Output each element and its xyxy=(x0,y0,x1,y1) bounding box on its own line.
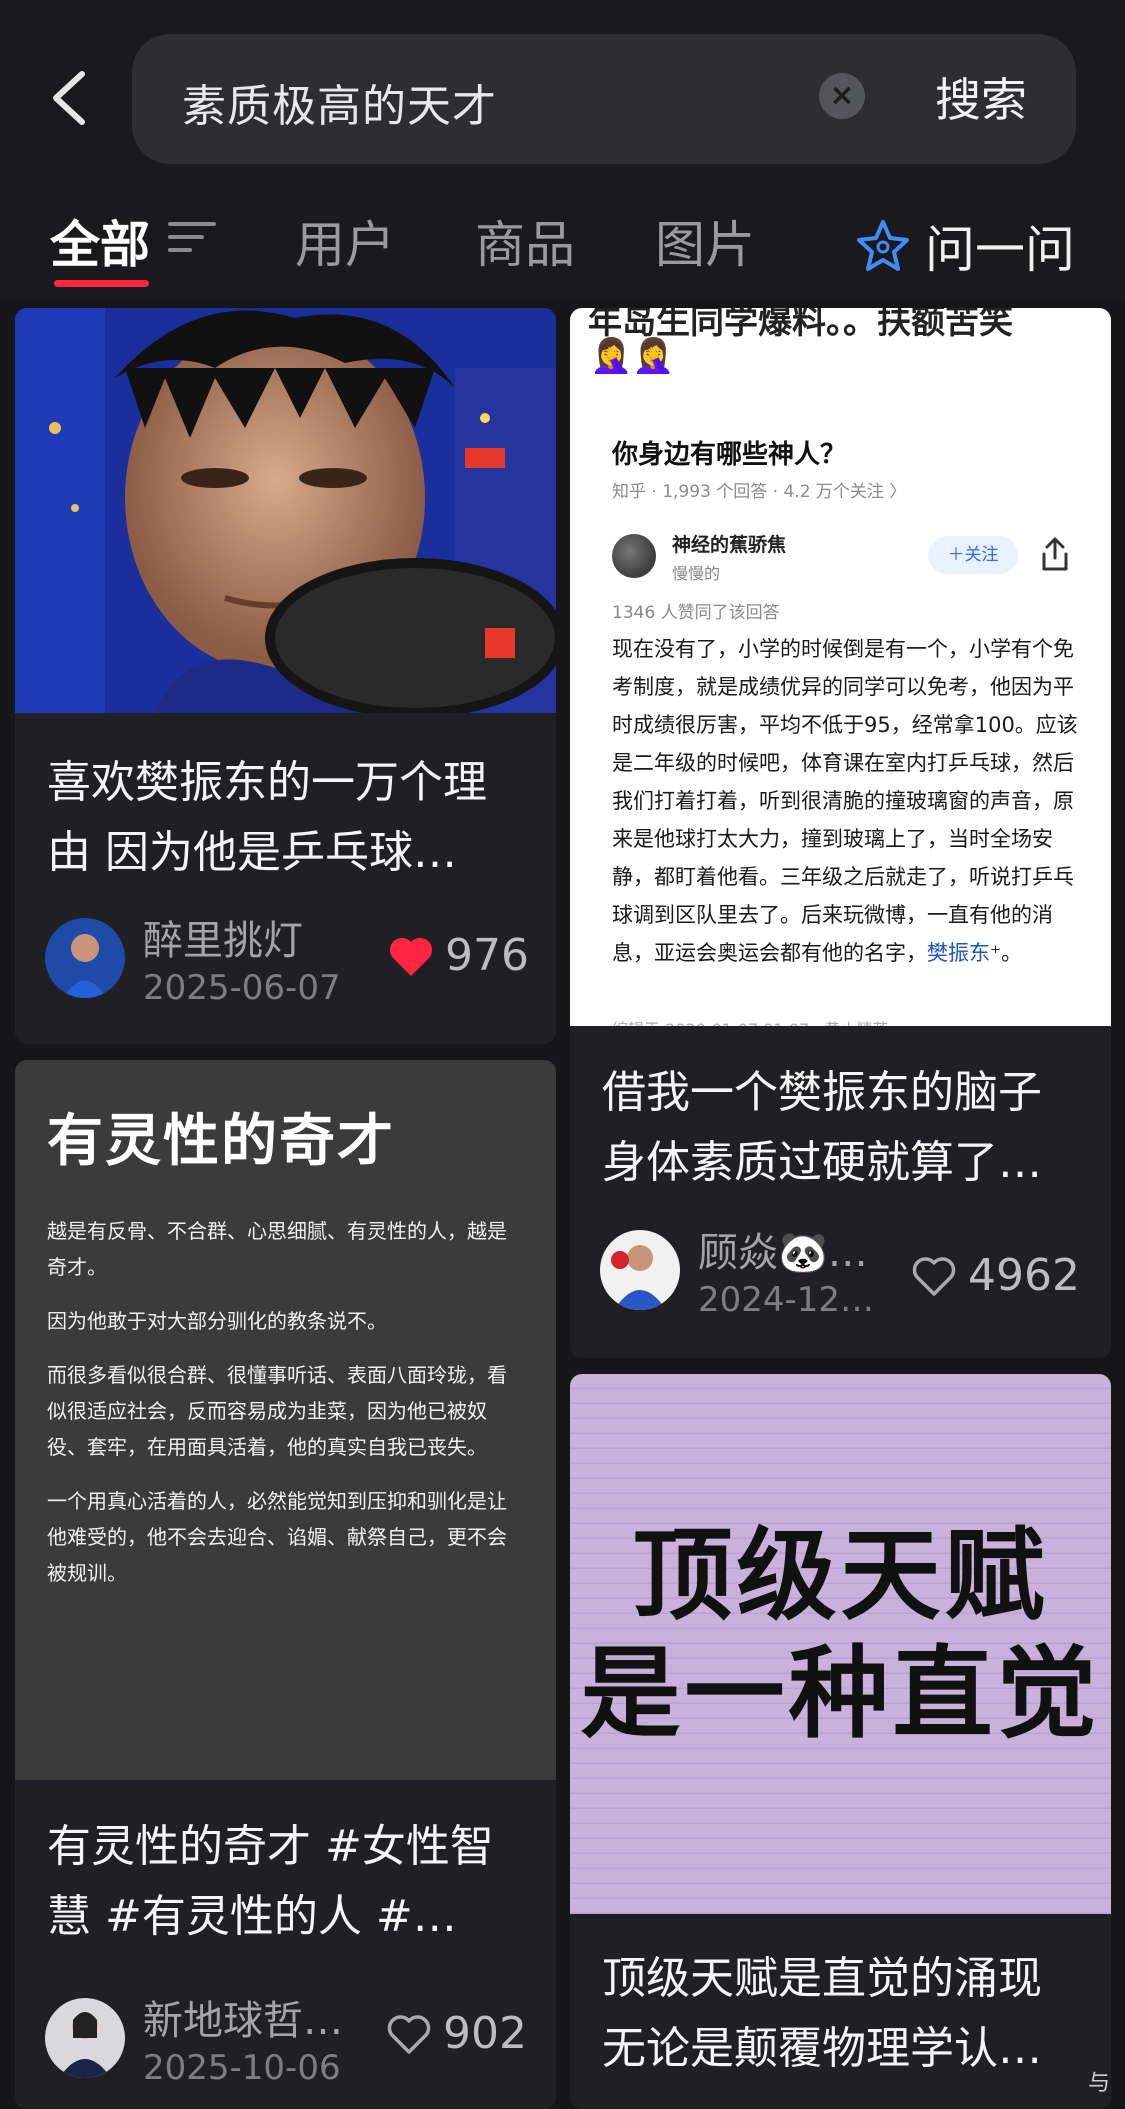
avatar xyxy=(45,1998,125,2078)
quote-heading: 有灵性的奇才 xyxy=(47,1109,395,1174)
author-name: 新地球哲… xyxy=(143,1998,343,2044)
ask-label: 问一问 xyxy=(925,221,1075,279)
card-1-title-line1: 喜欢樊振东的一万个理 xyxy=(47,757,487,808)
tab-images[interactable]: 图片 xyxy=(655,205,755,277)
screenshot-edited: 编辑于 2020-01-07 01:07 · 黄小精英 xyxy=(612,1016,889,1026)
screenshot-body-link: 樊振东 xyxy=(927,941,990,965)
card-3-title-line2: 慧 #有灵性的人 #… xyxy=(47,1891,457,1942)
card-2-title: 借我一个樊振东的脑子 身体素质过硬就算了… xyxy=(602,1058,1042,1198)
filter-icon[interactable] xyxy=(168,222,216,262)
card-4-cover-image: 顶级天赋 是一种直觉 xyxy=(570,1374,1111,1914)
note-card-4[interactable]: 顶级天赋 是一种直觉 顶级天赋是直觉的涌现 无论是颠覆物理学认… xyxy=(570,1374,1111,2109)
screenshot-meta: 知乎 · 1,993 个回答 · 4.2 万个关注 〉 xyxy=(612,482,907,502)
screenshot-votes: 1346 人赞同了该回答 xyxy=(612,603,780,623)
card-3-cover-image: 有灵性的奇才 越是有反骨、不合群、心思细腻、有灵性的人，越是奇才。 因为他敢于对… xyxy=(15,1060,556,1780)
heart-filled-icon xyxy=(389,937,433,976)
like-count: 902 xyxy=(443,2008,527,2059)
card-1-title-line2: 由 因为他是乒乓球… xyxy=(47,827,457,878)
card-4-title-line2: 无论是颠覆物理学认… xyxy=(602,2023,1042,2074)
ask-button[interactable]: 问一问 xyxy=(855,210,1075,282)
post-date: 2025-06-07 xyxy=(143,968,341,1008)
card-4-title: 顶级天赋是直觉的涌现 无论是颠覆物理学认… xyxy=(602,1944,1042,2084)
card-2-cover-image: 年岛生同学爆料。。扶额苦笑 🤦‍♀️🤦‍♀️ 你身边有哪些神人？ 知乎 · 1,… xyxy=(570,308,1111,1026)
note-card-3[interactable]: 有灵性的奇才 越是有反骨、不合群、心思细腻、有灵性的人，越是奇才。 因为他敢于对… xyxy=(15,1060,556,2109)
tab-all[interactable]: 全部 xyxy=(50,205,150,277)
quote-paragraph: 而很多看似很合群、很懂事听话、表面八面玲珑，看似很适应社会，反而容易成为韭菜，因… xyxy=(47,1363,507,1459)
card-1-title: 喜欢樊振东的一万个理 由 因为他是乒乓球… xyxy=(47,748,487,888)
card-3-title: 有灵性的奇才 #女性智 慧 #有灵性的人 #… xyxy=(47,1812,494,1952)
screenshot-body-end: ⁺。 xyxy=(990,941,1023,965)
post-date: 2024-12… xyxy=(698,1280,875,1320)
corner-mark: 与 xyxy=(1088,2071,1111,2096)
avatar xyxy=(45,918,125,998)
note-card-2[interactable]: 年岛生同学爆料。。扶额苦笑 🤦‍♀️🤦‍♀️ 你身边有哪些神人？ 知乎 · 1,… xyxy=(570,308,1111,1358)
quote-paragraph: 因为他敢于对大部分驯化的教条说不。 xyxy=(47,1309,387,1333)
clear-icon[interactable]: × xyxy=(819,73,865,119)
card-2-author[interactable]: 顾焱🐼… 2024-12… xyxy=(600,1220,874,1320)
card-1-author[interactable]: 醉里挑灯 2025-06-07 xyxy=(45,908,341,1008)
like-count: 976 xyxy=(445,930,529,981)
back-arrow-icon[interactable] xyxy=(48,70,92,126)
sparkle-star-icon xyxy=(857,220,909,271)
active-tab-indicator xyxy=(54,280,149,287)
screenshot-avatar xyxy=(612,534,656,578)
screenshot-body-text: 现在没有了，小学的时候倒是有一个，小学有个免考制度，就是成绩优异的同学可以免考，… xyxy=(612,637,1078,965)
heart-outline-icon xyxy=(912,1256,956,1296)
post-date: 2025-10-06 xyxy=(143,2048,341,2088)
facepalm-emoji-icon: 🤦‍♀️🤦‍♀️ xyxy=(590,336,675,376)
search-input[interactable]: 素质极高的天才 xyxy=(182,70,497,134)
card-1-cover-image xyxy=(15,308,556,713)
screenshot-body: 现在没有了，小学的时候倒是有一个，小学有个免考制度，就是成绩优异的同学可以免考，… xyxy=(612,630,1082,972)
author-name: 醉里挑灯 xyxy=(143,918,303,964)
card-3-likes[interactable]: 902 xyxy=(385,2008,527,2059)
tab-products[interactable]: 商品 xyxy=(475,205,575,277)
like-count: 4962 xyxy=(968,1250,1080,1301)
screenshot-follow-button: ＋关注 xyxy=(928,536,1018,574)
avatar xyxy=(600,1230,680,1310)
heart-outline-icon xyxy=(387,2014,431,2054)
card-2-likes[interactable]: 4962 xyxy=(910,1250,1080,1301)
screenshot-author: 神经的蕉骄焦 xyxy=(672,534,787,556)
card-1-likes[interactable]: 976 xyxy=(387,930,529,981)
card-3-title-line1: 有灵性的奇才 #女性智 xyxy=(47,1821,494,1872)
screenshot-question: 你身边有哪些神人？ xyxy=(612,440,847,470)
card-3-author[interactable]: 新地球哲… 2025-10-06 xyxy=(45,1988,343,2088)
search-bar[interactable]: 素质极高的天才 × 搜索 xyxy=(132,34,1076,164)
quote-paragraph: 越是有反骨、不合群、心思细腻、有灵性的人，越是奇才。 xyxy=(47,1219,507,1279)
search-button[interactable]: 搜索 xyxy=(935,64,1027,130)
quote-paragraph: 一个用真心活着的人，必然能觉知到压抑和驯化是让他难受的，他不会去迎合、谄媚、献祭… xyxy=(47,1489,507,1585)
note-card-1[interactable]: 喜欢樊振东的一万个理 由 因为他是乒乓球… 醉里挑灯 2025-06-07 97… xyxy=(15,308,556,1044)
tab-users[interactable]: 用户 xyxy=(295,205,395,277)
screenshot-author-sub: 慢慢的 xyxy=(672,564,721,583)
card-2-title-line1: 借我一个樊振东的脑子 xyxy=(602,1067,1042,1118)
cover-line-2: 是一种直觉 xyxy=(580,1634,1101,1752)
card-4-title-line1: 顶级天赋是直觉的涌现 xyxy=(602,1953,1042,2004)
share-icon xyxy=(1042,537,1068,571)
card-2-title-line2: 身体素质过硬就算了… xyxy=(602,1137,1042,1188)
author-name: 顾焱🐼… xyxy=(698,1230,868,1276)
